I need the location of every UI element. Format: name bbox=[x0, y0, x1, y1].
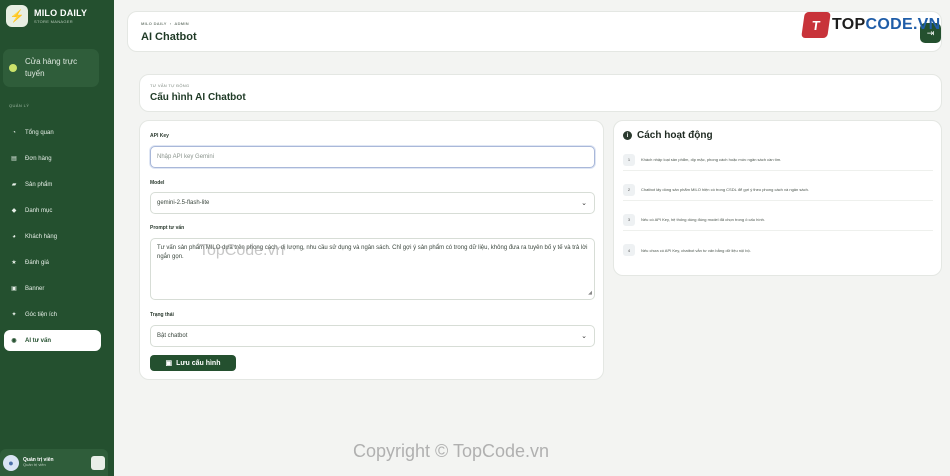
receipt-icon: ▤ bbox=[11, 156, 17, 162]
star-icon: ★ bbox=[11, 260, 17, 266]
sidebar-item-label: Sản phẩm bbox=[25, 181, 53, 188]
brand-name: MILO DAILY bbox=[34, 7, 88, 18]
how-it-works-title: Cách hoạt động bbox=[637, 130, 713, 141]
sidebar-item-label: Danh mục bbox=[25, 207, 53, 214]
brand-subtitle: STORE MANAGER bbox=[34, 18, 73, 24]
users-icon: ◕ bbox=[12, 233, 16, 240]
watermark-logo: T TOPCODE.VN bbox=[801, 12, 941, 38]
sidebar-item-categories[interactable]: ◆ Danh mục bbox=[4, 200, 101, 221]
sidebar-item-customers[interactable]: ◕ Khách hàng bbox=[4, 226, 101, 247]
watermark-logo-mark: T bbox=[801, 12, 831, 38]
chevron-down-icon: ⌄ bbox=[581, 200, 587, 207]
step-item: 2 Chatbot lấy dòng sản phẩm MILO hiện có… bbox=[623, 179, 933, 201]
sidebar-item-orders[interactable]: ▤ Đơn hàng bbox=[4, 148, 101, 169]
step-text: Nếu chưa có API Key, chatbot vẫn tư vấn … bbox=[641, 247, 751, 253]
api-key-placeholder: Nhập API key Gemini bbox=[157, 154, 215, 160]
step-text: Khách nhập loại sản phẩm, dịp mặc, phong… bbox=[641, 157, 782, 162]
sidebar-item-label: Góc tiện ích bbox=[25, 311, 58, 318]
sidebar-item-products[interactable]: ▰ Sản phẩm bbox=[4, 174, 101, 195]
breadcrumb: MILO DAILY › ADMIN bbox=[141, 21, 189, 26]
sidebar-item-label: Khách hàng bbox=[25, 233, 58, 240]
model-label: Model bbox=[150, 180, 165, 186]
nav-section-label: QUẢN LÝ bbox=[9, 103, 30, 108]
sidebar-item-label: AI tư vấn bbox=[25, 337, 52, 344]
watermark-logo-text: TOPCODE.VN bbox=[832, 16, 941, 33]
step-item: 3 Nếu có API Key, hệ thống dùng đúng mod… bbox=[623, 209, 933, 231]
resize-handle-icon[interactable]: ◢ bbox=[588, 289, 592, 298]
store-label: Cửa hàng trực tuyến bbox=[25, 57, 78, 78]
section-header: TƯ VẤN TỰ ĐỘNG Cấu hình AI Chatbot bbox=[139, 74, 942, 112]
api-key-input[interactable]: Nhập API key Gemini bbox=[150, 146, 595, 168]
brand[interactable]: ⚡ MILO DAILY STORE MANAGER bbox=[0, 0, 114, 32]
status-value: Bật chatbot bbox=[157, 333, 188, 339]
status-label: Trạng thái bbox=[150, 312, 174, 318]
page-title: AI Chatbot bbox=[141, 31, 197, 43]
section-title: Cấu hình AI Chatbot bbox=[150, 92, 246, 103]
model-value: gemini-2.5-flash-lite bbox=[157, 200, 210, 206]
step-number: 2 bbox=[623, 183, 635, 196]
sidebar-item-label: Banner bbox=[25, 285, 45, 292]
user-menu-button[interactable] bbox=[91, 455, 105, 470]
info-icon: i bbox=[623, 131, 632, 140]
chevron-down-icon: ⌄ bbox=[581, 333, 587, 340]
watermark-text: TopCode.vn bbox=[199, 242, 285, 259]
how-it-works-card: i Cách hoạt động 1 Khách nhập loại sản p… bbox=[613, 120, 942, 276]
step-text: Chatbot lấy dòng sản phẩm MILO hiện có t… bbox=[641, 187, 809, 192]
sidebar-item-ai-advisor[interactable]: ◉ AI tư vấn bbox=[4, 330, 101, 351]
step-item: 4 Nếu chưa có API Key, chatbot vẫn tư vấ… bbox=[623, 239, 933, 261]
user-card[interactable]: ● Quản trị viên Quản trị viên bbox=[0, 449, 108, 476]
status-dot-icon bbox=[9, 64, 17, 72]
sidebar-item-reviews[interactable]: ★ Đánh giá bbox=[4, 252, 101, 273]
sidebar-item-overview[interactable]: ◔ Tổng quan bbox=[4, 122, 101, 143]
floppy-disk-icon: ▣ bbox=[165, 360, 173, 367]
breadcrumb-separator-icon: › bbox=[169, 21, 172, 26]
section-eyebrow: TƯ VẤN TỰ ĐỘNG bbox=[150, 83, 190, 88]
chat-icon: ◉ bbox=[11, 338, 17, 344]
image-icon: ▣ bbox=[11, 286, 17, 292]
step-item: 1 Khách nhập loại sản phẩm, dịp mặc, pho… bbox=[623, 149, 933, 171]
model-select[interactable]: gemini-2.5-flash-lite ⌄ bbox=[150, 192, 595, 214]
api-key-label: API Key bbox=[150, 133, 169, 139]
save-button[interactable]: ▣ Lưu cấu hình bbox=[150, 355, 236, 371]
breadcrumb-item[interactable]: MILO DAILY bbox=[141, 21, 167, 26]
sidebar-item-label: Tổng quan bbox=[25, 129, 54, 136]
how-it-works-header: i Cách hoạt động bbox=[623, 130, 713, 141]
dashboard-icon: ◔ bbox=[12, 129, 16, 136]
box-icon: ▰ bbox=[11, 182, 17, 188]
sidebar-item-banner[interactable]: ▣ Banner bbox=[4, 278, 101, 299]
sidebar-item-label: Đơn hàng bbox=[25, 155, 52, 162]
breadcrumb-item[interactable]: ADMIN bbox=[174, 21, 189, 26]
copyright-watermark: Copyright © TopCode.vn bbox=[353, 441, 550, 461]
prompt-label: Prompt tư vấn bbox=[150, 225, 185, 231]
step-number: 3 bbox=[623, 213, 635, 226]
sidebar-item-label: Đánh giá bbox=[25, 259, 50, 266]
tag-icon: ◆ bbox=[11, 208, 17, 214]
lightbulb-icon: ✦ bbox=[11, 312, 17, 318]
save-button-label: Lưu cấu hình bbox=[176, 359, 221, 367]
step-text: Nếu có API Key, hệ thống dùng đúng model… bbox=[641, 217, 766, 222]
sidebar-nav: ◔ Tổng quan ▤ Đơn hàng ▰ Sản phẩm ◆ Danh mục… bbox=[0, 122, 114, 356]
avatar: ● bbox=[3, 454, 19, 471]
bolt-icon: ⚡ bbox=[6, 5, 28, 27]
store-switcher[interactable]: Cửa hàng trực tuyến bbox=[3, 49, 99, 87]
sidebar: ⚡ MILO DAILY STORE MANAGER Cửa hàng trực… bbox=[0, 0, 114, 476]
step-number: 1 bbox=[623, 153, 635, 166]
step-number: 4 bbox=[623, 244, 635, 256]
sidebar-item-utilities[interactable]: ✦ Góc tiện ích bbox=[4, 304, 101, 325]
user-role: Quản trị viên bbox=[23, 462, 46, 468]
status-select[interactable]: Bật chatbot ⌄ bbox=[150, 325, 595, 347]
